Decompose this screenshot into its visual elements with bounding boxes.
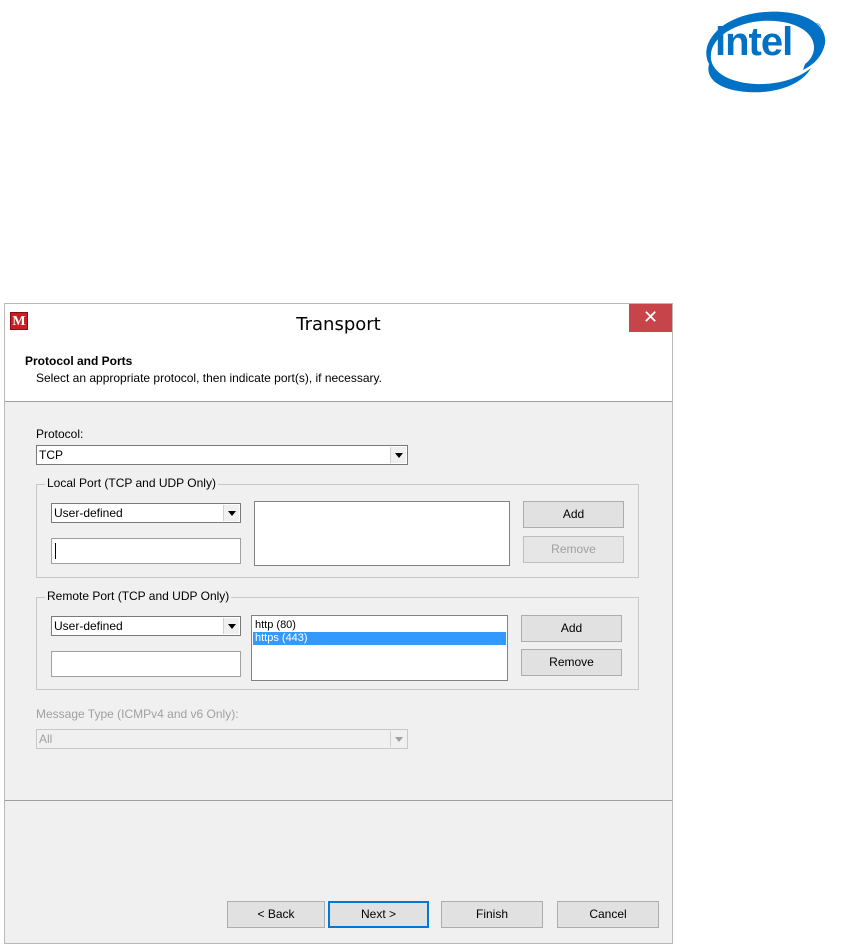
header-subtitle: Select an appropriate protocol, then ind… — [36, 371, 382, 385]
intel-logo-text: intel — [715, 20, 793, 64]
list-item-selected[interactable]: https (443) — [253, 632, 506, 645]
protocol-label: Protocol: — [36, 427, 84, 441]
message-type-label: Message Type (ICMPv4 and v6 Only): — [36, 707, 239, 721]
message-type-dropdown[interactable]: All — [36, 729, 408, 749]
close-icon: ✕ — [642, 307, 659, 328]
back-button[interactable]: < Back — [227, 901, 325, 928]
protocol-value: TCP — [39, 448, 63, 462]
remote-port-input[interactable] — [51, 651, 241, 677]
protocol-dropdown[interactable]: TCP — [36, 445, 408, 465]
intel-logo: intel ® — [693, 6, 833, 96]
text-caret — [55, 543, 56, 559]
local-port-type-value: User-defined — [54, 506, 123, 520]
chevron-down-icon[interactable] — [390, 731, 406, 747]
remote-port-remove-button[interactable]: Remove — [521, 649, 622, 676]
remote-port-group-label: Remote Port (TCP and UDP Only) — [45, 589, 232, 603]
local-port-list[interactable] — [254, 501, 510, 566]
local-port-input[interactable] — [51, 538, 241, 564]
chevron-down-icon[interactable] — [390, 447, 406, 463]
title-bar[interactable]: M Transport ✕ — [5, 304, 672, 344]
footer-divider — [5, 800, 672, 801]
next-button[interactable]: Next > — [328, 901, 429, 928]
remote-port-type-dropdown[interactable]: User-defined — [51, 616, 241, 636]
local-port-group-label: Local Port (TCP and UDP Only) — [45, 476, 218, 490]
finish-button[interactable]: Finish — [441, 901, 543, 928]
local-port-type-dropdown[interactable]: User-defined — [51, 503, 241, 523]
window-title: Transport — [296, 314, 381, 335]
chevron-down-icon[interactable] — [223, 505, 239, 521]
remote-port-type-value: User-defined — [54, 619, 123, 633]
message-type-value: All — [39, 732, 53, 746]
remote-port-list[interactable]: http (80) https (443) — [251, 615, 508, 681]
intel-logo-registered-mark: ® — [814, 22, 821, 32]
chevron-down-icon[interactable] — [223, 618, 239, 634]
list-item[interactable]: http (80) — [253, 619, 506, 632]
local-port-add-button[interactable]: Add — [523, 501, 624, 528]
close-button[interactable]: ✕ — [629, 304, 672, 332]
header-title: Protocol and Ports — [25, 354, 133, 368]
transport-dialog: M Transport ✕ Protocol and Ports Select … — [4, 303, 673, 944]
cancel-button[interactable]: Cancel — [557, 901, 659, 928]
remote-port-add-button[interactable]: Add — [521, 615, 622, 642]
header-panel: Protocol and Ports Select an appropriate… — [5, 344, 672, 402]
local-port-remove-button[interactable]: Remove — [523, 536, 624, 563]
